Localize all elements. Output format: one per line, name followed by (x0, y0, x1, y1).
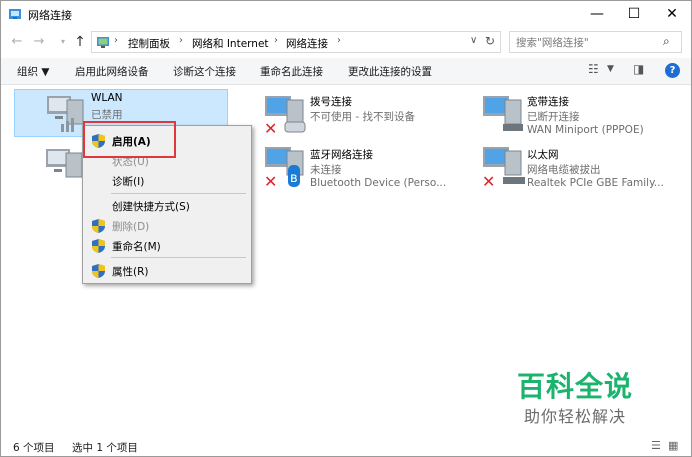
change-view-icon[interactable]: ☷ (588, 62, 599, 76)
menu-separator (111, 193, 246, 194)
forward-arrow-icon[interactable]: → (30, 33, 48, 51)
connection-name: 以太网 (527, 149, 559, 161)
diagnose-button[interactable]: 诊断这个连接 (173, 64, 236, 79)
close-button[interactable]: ✕ (653, 1, 691, 28)
dialup-adapter-icon: ✕ (264, 96, 306, 136)
broadband-adapter-icon (483, 96, 523, 131)
breadcrumb-network-internet[interactable]: 网络和 Internet (192, 36, 269, 51)
watermark-subtitle: 助你轻松解决 (524, 407, 627, 426)
connection-status: 已禁用 (91, 109, 123, 121)
svg-text:✕: ✕ (264, 119, 277, 136)
menu-item-label: 属性(R) (112, 266, 149, 278)
connection-name: 宽带连接 (527, 96, 569, 108)
item-count: 6 个项目 (13, 442, 55, 454)
connection-name: 拨号连接 (310, 96, 352, 108)
back-arrow-icon[interactable]: ← (8, 33, 26, 51)
details-view-icon[interactable]: ☰ (651, 439, 661, 452)
address-row: ← → ▾ ↑ › 控制面板 › 网络和 Internet › 网络连接 › ∨… (1, 28, 691, 56)
connection-device: WAN Miniport (PPPOE) (527, 124, 644, 136)
search-box[interactable]: ⌕ (509, 31, 682, 53)
annotation-highlight-box (83, 121, 176, 158)
address-dropdown-chevron-icon[interactable]: ∨ (470, 35, 477, 46)
svg-text:✕: ✕ (482, 172, 495, 189)
connection-name: 蓝牙网络连接 (310, 149, 373, 161)
maximize-button[interactable]: ☐ (615, 1, 653, 28)
help-icon[interactable]: ? (665, 63, 680, 78)
connection-status: 未连接 (310, 164, 342, 176)
organize-menu-button[interactable]: 组织 ▼ (17, 64, 49, 79)
breadcrumb-chevron-icon[interactable]: › (337, 35, 341, 46)
uac-shield-icon (92, 264, 105, 278)
breadcrumb-network-connections[interactable]: 网络连接 (286, 36, 328, 51)
search-icon[interactable]: ⌕ (663, 34, 670, 49)
command-bar: 组织 ▼ 启用此网络设备 诊断这个连接 重命名此连接 更改此连接的设置 ☷ ▼ … (1, 58, 691, 85)
breadcrumb-chevron-icon[interactable]: › (179, 35, 183, 46)
view-options-chevron-icon[interactable]: ▼ (607, 64, 614, 74)
menu-item-label: 删除(D) (112, 221, 150, 233)
breadcrumb-chevron-icon[interactable]: › (114, 35, 118, 46)
uac-shield-icon (92, 239, 105, 253)
svg-text:✕: ✕ (264, 172, 277, 189)
change-settings-button[interactable]: 更改此连接的设置 (348, 64, 432, 79)
search-input[interactable] (516, 35, 656, 50)
window-title: 网络连接 (28, 9, 72, 22)
menu-item-label: 创建快捷方式(S) (112, 201, 190, 213)
selected-count: 选中 1 个项目 (72, 442, 138, 454)
breadcrumb-chevron-icon[interactable]: › (274, 35, 278, 46)
large-icons-view-icon[interactable]: ▦ (668, 439, 678, 452)
connection-device: Realtek PCIe GBE Family... (527, 177, 664, 189)
connection-item-hidden[interactable] (14, 143, 84, 191)
refresh-icon[interactable]: ↻ (485, 34, 495, 48)
connection-status: 不可使用 - 找不到设备 (310, 111, 415, 123)
status-bar: 6 个项目 选中 1 个项目 ☰ ▦ (1, 437, 691, 456)
connection-status: 已断开连接 (527, 111, 580, 123)
menu-item-rename[interactable]: 重命名(M) (86, 236, 248, 256)
up-arrow-icon[interactable]: ↑ (71, 33, 89, 51)
connection-item-broadband[interactable]: 宽带连接 已断开连接 WAN Miniport (PPPOE) (481, 92, 681, 140)
minimize-button[interactable]: — (578, 1, 616, 28)
connection-device: Bluetooth Device (Perso... (310, 177, 447, 189)
menu-item-create-shortcut[interactable]: 创建快捷方式(S) (86, 196, 248, 216)
control-panel-icon (97, 37, 109, 48)
preview-pane-icon[interactable]: ◨ (633, 62, 644, 76)
connection-status: 网络电缆被拔出 (527, 164, 601, 176)
ethernet-adapter-icon: ✕ (482, 147, 525, 189)
menu-item-properties[interactable]: 属性(R) (86, 261, 248, 281)
network-connections-window: 网络连接 — ☐ ✕ ← → ▾ ↑ › 控制面板 › 网络和 Internet… (0, 0, 692, 457)
bluetooth-adapter-icon: ʙ ✕ (264, 147, 304, 189)
connection-name: WLAN (91, 92, 123, 104)
rename-button[interactable]: 重命名此连接 (260, 64, 323, 79)
menu-item-delete: 删除(D) (86, 216, 248, 236)
breadcrumb-control-panel[interactable]: 控制面板 (128, 36, 170, 51)
connection-item-bluetooth[interactable]: ʙ ✕ 蓝牙网络连接 未连接 Bluetooth Device (Perso..… (263, 145, 463, 193)
connection-item-dialup[interactable]: ✕ 拨号连接 不可使用 - 找不到设备 (263, 92, 463, 140)
title-bar: 网络连接 — ☐ ✕ (1, 1, 691, 28)
connection-item-ethernet[interactable]: ✕ 以太网 网络电缆被拔出 Realtek PCIe GBE Family... (481, 145, 681, 193)
menu-item-label: 重命名(M) (112, 241, 161, 253)
network-folder-icon (9, 9, 21, 19)
menu-separator (111, 257, 246, 258)
watermark-title: 百科全说 (517, 370, 634, 403)
address-bar[interactable]: › 控制面板 › 网络和 Internet › 网络连接 › ∨ ↻ (91, 31, 501, 53)
menu-item-label: 诊断(I) (112, 176, 145, 188)
enable-device-button[interactable]: 启用此网络设备 (75, 64, 149, 79)
recent-locations-chevron-icon[interactable]: ▾ (54, 33, 72, 51)
menu-item-diagnose[interactable]: 诊断(I) (86, 171, 248, 191)
uac-shield-icon (92, 219, 105, 233)
svg-text:ʙ: ʙ (290, 171, 298, 186)
